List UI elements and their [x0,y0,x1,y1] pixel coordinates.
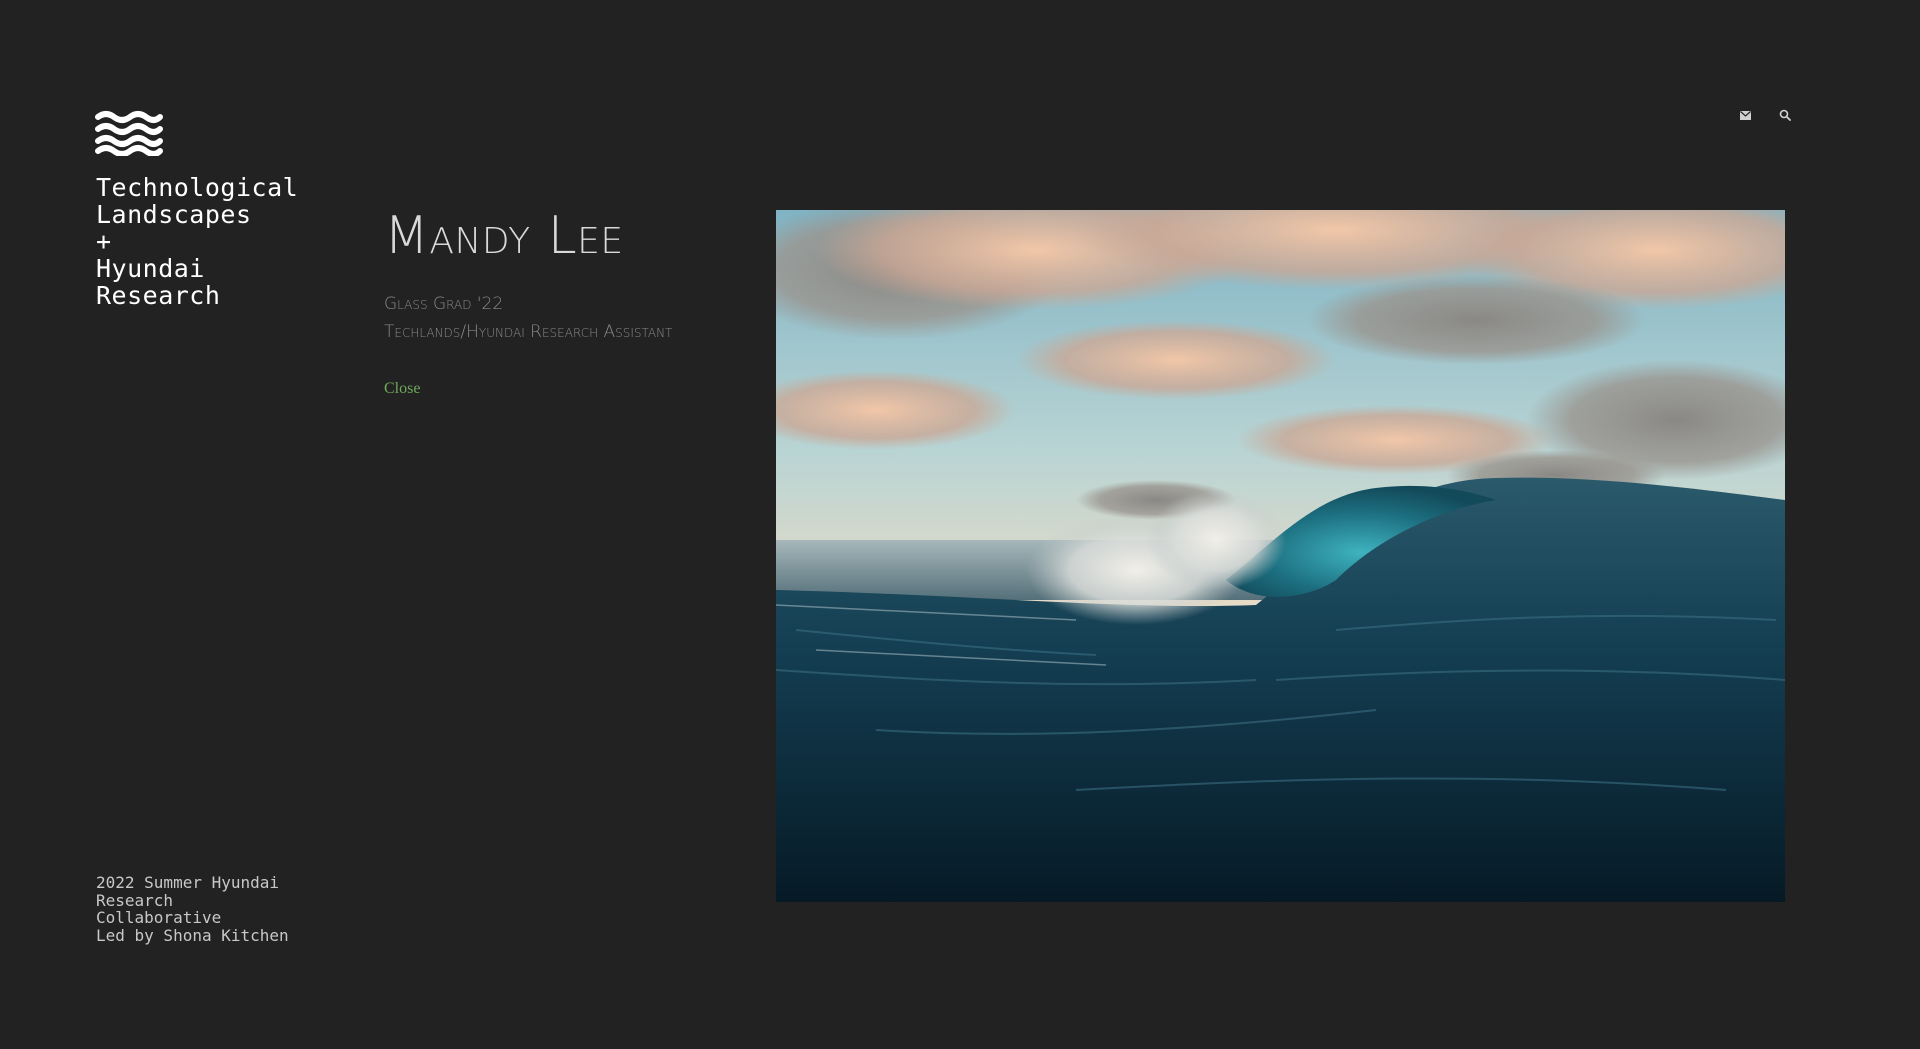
footer-line: Collaborative [96,908,222,927]
site-title-line: Research [96,281,221,310]
site-title-line: + [96,227,112,256]
role-line: Glass Grad '22 [384,294,504,314]
close-link[interactable]: Close [384,380,420,398]
person-name: Mandy Lee [384,206,624,266]
mail-icon[interactable] [1736,106,1754,124]
person-roles: Glass Grad '22 Techlands/Hyundai Researc… [384,290,672,346]
site-title-line: Landscapes [96,200,252,229]
site-title-line: Technological [96,173,299,202]
search-icon[interactable] [1776,106,1794,124]
footer-line: Led by Shona Kitchen [96,925,289,945]
footer-line: Research [96,890,174,910]
ocean-wave-image[interactable] [776,210,1785,902]
footer-line: 2022 Summer Hyundai [96,873,280,892]
site-title-line: Hyundai [96,254,205,283]
header-icons [1736,106,1794,124]
role-line: Techlands/Hyundai Research Assistant [384,322,673,342]
site-title[interactable]: Technological Landscapes + Hyundai Resea… [96,174,298,309]
waves-logo-icon[interactable] [95,110,163,157]
footer-note: 2022 Summer Hyundai Research Collaborati… [96,874,289,944]
